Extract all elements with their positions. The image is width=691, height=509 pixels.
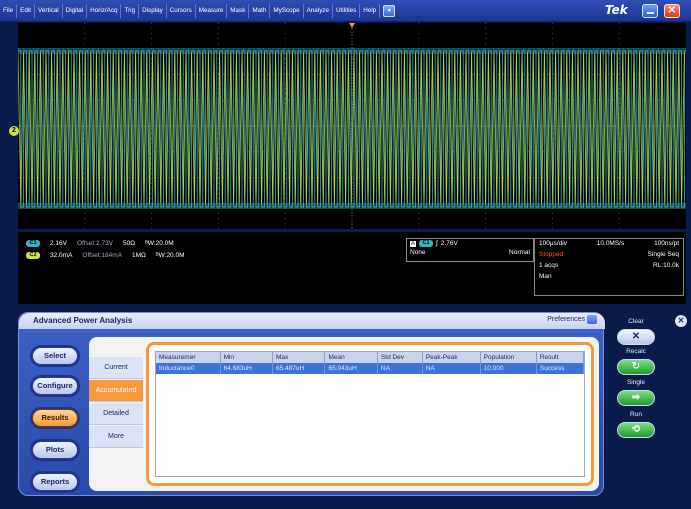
cell-peak-peak: NA — [422, 363, 481, 374]
clear-label: Clear — [628, 318, 644, 325]
cell-std-dev: NA — [377, 363, 423, 374]
menu-measure[interactable]: Measure — [196, 3, 228, 18]
channel-2-marker[interactable]: 2 — [9, 126, 19, 136]
clear-button[interactable]: ✕ — [617, 329, 655, 345]
ch1-readout[interactable]: C1 2.16V Offset:2.73V 50Ω ᴮW:20.0M — [26, 240, 174, 247]
plots-button[interactable]: Plots — [32, 441, 78, 459]
timebase: 100µs/div — [539, 240, 567, 247]
ch1-bandwidth: ᴮW:20.0M — [145, 240, 174, 247]
cell-measurement: Inductance0 — [156, 363, 221, 374]
trigger-a-label: A — [410, 240, 417, 247]
menu-vertical[interactable]: Vertical — [35, 3, 63, 18]
trigger-readout[interactable]: A C1 ∫ 2.76V None Normal — [406, 238, 534, 262]
menu-bar: File Edit Vertical Digital Horiz/Acq Tri… — [0, 0, 691, 22]
tab-current[interactable]: Current — [89, 357, 143, 379]
preferences-dropdown-icon — [587, 315, 597, 324]
results-table: Measuremer Min Max Mean Std Dev Peak-Pea… — [156, 352, 584, 374]
menu-edit[interactable]: Edit — [17, 3, 36, 18]
tab-detailed[interactable]: Detailed — [89, 403, 143, 425]
ch2-scale: 32.0mA — [50, 252, 73, 259]
ch1-impedance: 50Ω — [123, 240, 136, 247]
close-window-button[interactable]: ✕ — [664, 4, 680, 18]
ch1-offset: Offset:2.73V — [77, 240, 114, 247]
panel-title-bar: Advanced Power Analysis Preferences — [19, 313, 605, 329]
sample-rate: 10.0MS/s — [596, 240, 625, 247]
ch1-scale: 2.16V — [50, 240, 67, 247]
menu-digital[interactable]: Digital — [63, 3, 88, 18]
control-panel: Clear ✕ Recalc ↻ Single ➡ Run ⟲ — [607, 312, 665, 496]
ch2-badge: C2 — [26, 252, 40, 259]
menu-mask[interactable]: Mask — [227, 3, 250, 18]
table-row[interactable]: Inductance0 64.683uH 65.487uH 65.043uH N… — [156, 363, 584, 374]
recalc-label: Recalc — [626, 348, 646, 355]
col-max[interactable]: Max — [272, 352, 326, 363]
acquisition-readout[interactable]: 100µs/div 10.0MS/s 100ns/pt Stopped Sing… — [534, 238, 684, 296]
trigger-slope-icon: ∫ — [436, 240, 438, 247]
results-button[interactable]: Results — [32, 409, 78, 427]
menu-display[interactable]: Display — [139, 3, 167, 18]
results-table-container[interactable]: Measuremer Min Max Mean Std Dev Peak-Pea… — [155, 351, 585, 477]
cell-mean: 65.043uH — [324, 363, 378, 374]
ch2-readout[interactable]: C2 32.0mA Offset:184mA 1MΩ ᴮW:20.0M — [26, 252, 185, 259]
ch1-badge: C1 — [26, 240, 40, 247]
menu-analyze[interactable]: Analyze — [304, 3, 333, 18]
menu-horiz-acq[interactable]: Horiz/Acq — [87, 3, 122, 18]
preferences-button[interactable]: Preferences — [547, 315, 597, 324]
panel-close-button[interactable]: ✕ — [675, 315, 687, 327]
menu-myscope[interactable]: MyScope — [270, 3, 304, 18]
cell-result: Success — [536, 363, 584, 374]
cell-max: 65.487uH — [272, 363, 326, 374]
menu-math[interactable]: Math — [249, 3, 271, 18]
results-content: Current Accumulated Detailed More Measur… — [89, 337, 599, 491]
col-measurement[interactable]: Measuremer — [156, 352, 221, 363]
menu-trig[interactable]: Trig — [121, 3, 140, 18]
results-table-frame: Measuremer Min Max Mean Std Dev Peak-Pea… — [146, 342, 594, 486]
trigger-source-badge: C1 — [419, 240, 434, 247]
tab-more[interactable]: More — [89, 426, 143, 448]
select-button[interactable]: Select — [32, 347, 78, 365]
readout-area: C1 2.16V Offset:2.73V 50Ω ᴮW:20.0M C2 32… — [18, 232, 686, 304]
acq-count: 1 acqs — [539, 262, 559, 269]
menu-cursors[interactable]: Cursors — [167, 3, 196, 18]
ch2-bandwidth: ᴮW:20.0M — [155, 252, 185, 259]
run-label: Run — [630, 411, 642, 418]
col-peak-peak[interactable]: Peak-Peak — [422, 352, 481, 363]
table-header-row: Measuremer Min Max Mean Std Dev Peak-Pea… — [156, 352, 584, 363]
panel-title: Advanced Power Analysis — [33, 316, 133, 325]
resolution: 100ns/pt — [654, 240, 679, 247]
run-button[interactable]: ⟲ — [617, 422, 655, 438]
menu-dropdown-icon[interactable]: ▾ — [383, 4, 396, 17]
trigger-level: 2.76V — [440, 240, 458, 247]
waveform-display[interactable] — [18, 23, 686, 229]
recalc-button[interactable]: ↻ — [617, 359, 655, 375]
menu-file[interactable]: File — [0, 3, 18, 18]
acq-seq: Single Seq — [647, 251, 679, 258]
preferences-label: Preferences — [547, 316, 585, 323]
tab-accumulated[interactable]: Accumulated — [89, 380, 143, 402]
col-min[interactable]: Min — [220, 352, 274, 363]
col-result[interactable]: Result — [536, 352, 584, 363]
ch2-offset: Offset:184mA — [82, 252, 123, 259]
minimize-button[interactable] — [642, 4, 658, 18]
ch2-impedance: 1MΩ — [132, 252, 146, 259]
cell-min: 64.683uH — [220, 363, 274, 374]
acq-mode: Man — [539, 273, 552, 280]
single-label: Single — [626, 379, 646, 386]
record-length: RL:10.0k — [652, 262, 679, 269]
configure-button[interactable]: Configure — [32, 377, 78, 395]
tek-logo: Tek — [605, 3, 628, 17]
menu-help[interactable]: Help — [360, 3, 381, 18]
trigger-coupling: None — [410, 249, 426, 256]
col-mean[interactable]: Mean — [324, 352, 378, 363]
col-population[interactable]: Population — [480, 352, 537, 363]
advanced-power-analysis-panel: Advanced Power Analysis Preferences Sele… — [18, 312, 605, 496]
single-button[interactable]: ➡ — [617, 390, 655, 406]
menu-utilities[interactable]: Utilities — [333, 3, 361, 18]
trigger-mode: Normal — [509, 249, 530, 256]
acq-state: Stopped — [539, 251, 564, 258]
reports-button[interactable]: Reports — [32, 473, 78, 491]
cell-population: 10.000 — [480, 363, 537, 374]
col-std-dev[interactable]: Std Dev — [377, 352, 423, 363]
waveform-graticule — [18, 23, 686, 229]
